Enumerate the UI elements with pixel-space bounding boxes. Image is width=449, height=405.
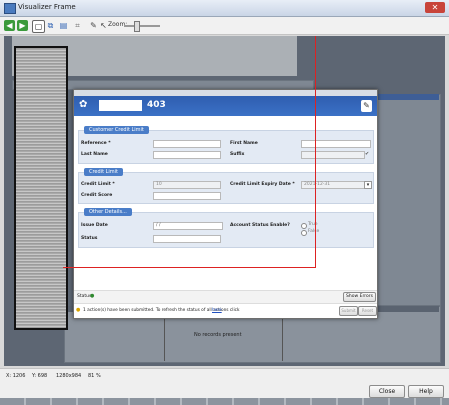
radio-false-label: False (308, 229, 320, 234)
cursor-x: X: 1206 (6, 373, 26, 379)
zoom-level: 81 % (88, 373, 101, 379)
credit-limit-label: Credit Limit * (81, 182, 115, 187)
suffix-label: Suffix (230, 152, 245, 157)
select-tool-icon[interactable]: ▢ (32, 20, 45, 33)
edit-icon[interactable]: ✎ (361, 100, 372, 112)
app-icon (4, 3, 16, 14)
zoom-slider-thumb[interactable] (134, 21, 140, 32)
credit-score-label: Credit Score (81, 193, 113, 198)
calendar-dropdown-icon[interactable]: ▾ (364, 181, 372, 189)
forward-icon[interactable]: ▶ (17, 20, 28, 31)
background-right-panel (374, 94, 441, 306)
section-other-details: Other Details... Issue Date / / Account … (78, 208, 374, 248)
last-name-label: Last Name (81, 152, 108, 157)
radio-true-label: True (308, 222, 318, 227)
credit-limit-expiry-label: Credit Limit Expiry Date * (230, 182, 295, 187)
credit-limit-expiry-input[interactable]: 2021-12-31 (301, 181, 367, 189)
credit-score-input[interactable] (153, 192, 221, 200)
first-name-label: First Name (230, 141, 258, 146)
left-sidebar-redacted (14, 46, 68, 330)
red-guide-horizontal (63, 267, 315, 268)
radio-true[interactable] (301, 223, 307, 229)
dialog-status-row: Status ● Show Errors (74, 290, 377, 303)
section-customer-header[interactable]: Customer Credit Limit (84, 126, 149, 134)
background-right-panel-header (374, 94, 439, 100)
bottom-bar: Close Help (0, 383, 449, 405)
no-records-text: No records present (194, 332, 242, 338)
dialog-message-row: ● 1 action(s) have been submitted. To re… (74, 303, 377, 318)
info-icon: ● (76, 307, 81, 313)
status-input[interactable] (153, 235, 221, 243)
close-button[interactable]: Close (369, 385, 405, 398)
refresh-link[interactable]: here (212, 308, 222, 313)
red-guide-vertical (315, 36, 316, 268)
screen-size: 1280x984 (56, 373, 82, 379)
status-bar: X: 1206 Y: 698 1280x984 81 % (0, 368, 449, 383)
app-logo-icon: ✿ (79, 99, 88, 110)
crop-icon[interactable]: ⌗ (72, 20, 83, 31)
zoom-slider-track[interactable] (124, 25, 160, 27)
section-other-header[interactable]: Other Details... (84, 208, 132, 216)
reference-input[interactable] (153, 140, 221, 148)
dialog-header: ✿ 403 ✎ (74, 96, 377, 116)
toolbar: ◀ ▶ ▢ ⧉ ▤ ⌗ ✎ ↖ Zoom: (0, 17, 449, 35)
credit-limit-input[interactable]: 10 (153, 181, 221, 189)
section-credit-limit: Credit Limit Credit Limit * 10 Credit Li… (78, 168, 374, 204)
help-button[interactable]: Help (408, 385, 444, 398)
window-title: Visualizer Frame (18, 3, 76, 11)
last-name-input[interactable] (153, 151, 221, 159)
radio-false[interactable] (301, 230, 307, 236)
show-errors-button[interactable]: Show Errors (343, 292, 376, 302)
issue-date-label: Issue Date (81, 223, 108, 228)
edit-dialog: ✿ 403 ✎ Customer Credit Limit Reference … (73, 89, 378, 319)
submit-button[interactable]: Submit (339, 306, 358, 316)
back-icon[interactable]: ◀ (4, 20, 15, 31)
issue-date-input[interactable]: / / (153, 222, 223, 230)
suffix-check-icon: ✔ (365, 151, 370, 157)
first-name-input[interactable] (301, 140, 371, 148)
thumbnail-strip[interactable] (0, 398, 449, 405)
paste-icon[interactable]: ▤ (58, 20, 69, 31)
account-status-enable-label: Account Status Enable? (230, 223, 290, 228)
reference-label: Reference * (81, 141, 111, 146)
section-credit-header[interactable]: Credit Limit (84, 168, 124, 176)
suffix-select[interactable] (301, 151, 365, 159)
cursor-y: Y: 698 (32, 373, 48, 379)
section-customer-credit-limit: Customer Credit Limit Reference * First … (78, 126, 374, 164)
status-field-label: Status (81, 236, 98, 241)
status-ok-icon: ● (90, 293, 95, 299)
reset-button[interactable]: Reset (358, 306, 377, 316)
window-titlebar: Visualizer Frame ✕ (0, 0, 449, 17)
redacted-title (99, 100, 142, 111)
record-number: 403 (147, 100, 166, 110)
copy-icon[interactable]: ⧉ (45, 20, 56, 31)
window-close-button[interactable]: ✕ (425, 2, 445, 13)
